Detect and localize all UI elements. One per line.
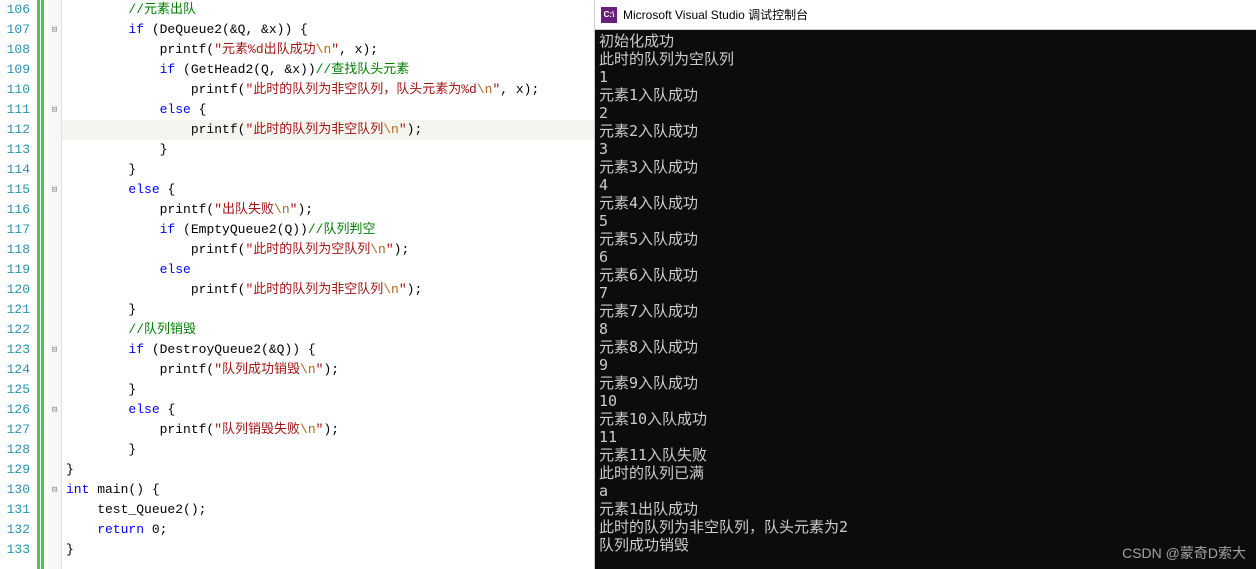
- code-line[interactable]: if (GetHead2(Q, &x))//查找队头元素: [62, 60, 594, 80]
- fold-spacer: [48, 420, 61, 440]
- line-number: 115: [0, 180, 30, 200]
- line-number: 113: [0, 140, 30, 160]
- console-titlebar[interactable]: C:\ Microsoft Visual Studio 调试控制台: [595, 0, 1256, 30]
- code-line[interactable]: else {: [62, 100, 594, 120]
- code-line[interactable]: else {: [62, 180, 594, 200]
- code-line[interactable]: printf("此时的队列为空队列\n");: [62, 240, 594, 260]
- line-number: 129: [0, 460, 30, 480]
- fold-spacer: [48, 360, 61, 380]
- fold-spacer: [48, 260, 61, 280]
- fold-spacer: [48, 380, 61, 400]
- console-window: C:\ Microsoft Visual Studio 调试控制台 初始化成功 …: [594, 0, 1256, 569]
- code-area[interactable]: //元素出队 if (DeQueue2(&Q, &x)) { printf("元…: [62, 0, 594, 569]
- fold-spacer: [48, 300, 61, 320]
- line-number: 112: [0, 120, 30, 140]
- line-number: 133: [0, 540, 30, 560]
- fold-spacer: [48, 220, 61, 240]
- code-line[interactable]: printf("元素%d出队成功\n", x);: [62, 40, 594, 60]
- code-line[interactable]: if (DeQueue2(&Q, &x)) {: [62, 20, 594, 40]
- fold-gutter[interactable]: [48, 0, 62, 569]
- fold-spacer: [48, 120, 61, 140]
- line-number: 124: [0, 360, 30, 380]
- code-line[interactable]: }: [62, 380, 594, 400]
- line-number: 131: [0, 500, 30, 520]
- line-number: 119: [0, 260, 30, 280]
- code-line[interactable]: else: [62, 260, 594, 280]
- code-line[interactable]: }: [62, 140, 594, 160]
- fold-spacer: [48, 140, 61, 160]
- code-line[interactable]: if (DestroyQueue2(&Q)) {: [62, 340, 594, 360]
- vs-icon: C:\: [601, 7, 617, 23]
- code-line[interactable]: return 0;: [62, 520, 594, 540]
- fold-spacer: [48, 440, 61, 460]
- fold-spacer: [48, 280, 61, 300]
- code-line[interactable]: printf("此时的队列为非空队列\n");: [62, 120, 594, 140]
- code-line[interactable]: //元素出队: [62, 0, 594, 20]
- line-number: 132: [0, 520, 30, 540]
- code-line[interactable]: test_Queue2();: [62, 500, 594, 520]
- fold-spacer: [48, 520, 61, 540]
- line-number: 118: [0, 240, 30, 260]
- code-line[interactable]: printf("队列销毁失败\n");: [62, 420, 594, 440]
- fold-toggle-icon[interactable]: [48, 340, 61, 360]
- line-number-gutter: 1061071081091101111121131141151161171181…: [0, 0, 36, 569]
- code-line[interactable]: if (EmptyQueue2(Q))//队列判空: [62, 220, 594, 240]
- code-line[interactable]: printf("出队失败\n");: [62, 200, 594, 220]
- watermark: CSDN @蒙奇D索大: [1122, 543, 1246, 563]
- code-line[interactable]: }: [62, 160, 594, 180]
- fold-spacer: [48, 320, 61, 340]
- code-line[interactable]: }: [62, 440, 594, 460]
- line-number: 108: [0, 40, 30, 60]
- fold-spacer: [48, 60, 61, 80]
- code-line[interactable]: printf("队列成功销毁\n");: [62, 360, 594, 380]
- fold-spacer: [48, 500, 61, 520]
- fold-spacer: [48, 0, 61, 20]
- line-number: 117: [0, 220, 30, 240]
- line-number: 107: [0, 20, 30, 40]
- line-number: 114: [0, 160, 30, 180]
- code-line[interactable]: else {: [62, 400, 594, 420]
- code-editor[interactable]: 1061071081091101111121131141151161171181…: [0, 0, 594, 569]
- fold-spacer: [48, 240, 61, 260]
- line-number: 125: [0, 380, 30, 400]
- line-number: 120: [0, 280, 30, 300]
- fold-toggle-icon[interactable]: [48, 400, 61, 420]
- code-line[interactable]: }: [62, 300, 594, 320]
- code-line[interactable]: //队列销毁: [62, 320, 594, 340]
- fold-toggle-icon[interactable]: [48, 20, 61, 40]
- fold-spacer: [48, 40, 61, 60]
- line-number: 122: [0, 320, 30, 340]
- fold-spacer: [48, 540, 61, 560]
- fold-spacer: [48, 460, 61, 480]
- code-line[interactable]: }: [62, 460, 594, 480]
- line-number: 111: [0, 100, 30, 120]
- line-number: 116: [0, 200, 30, 220]
- fold-toggle-icon[interactable]: [48, 180, 61, 200]
- change-bars: [36, 0, 48, 569]
- console-output[interactable]: 初始化成功 此时的队列为空队列 1 元素1入队成功 2 元素2入队成功 3 元素…: [595, 30, 1256, 569]
- fold-spacer: [48, 160, 61, 180]
- code-line[interactable]: printf("此时的队列为非空队列，队头元素为%d\n", x);: [62, 80, 594, 100]
- fold-toggle-icon[interactable]: [48, 100, 61, 120]
- line-number: 130: [0, 480, 30, 500]
- line-number: 123: [0, 340, 30, 360]
- line-number: 106: [0, 0, 30, 20]
- code-line[interactable]: printf("此时的队列为非空队列\n");: [62, 280, 594, 300]
- line-number: 128: [0, 440, 30, 460]
- fold-spacer: [48, 80, 61, 100]
- fold-toggle-icon[interactable]: [48, 480, 61, 500]
- fold-spacer: [48, 200, 61, 220]
- line-number: 110: [0, 80, 30, 100]
- line-number: 126: [0, 400, 30, 420]
- console-title: Microsoft Visual Studio 调试控制台: [623, 6, 808, 23]
- code-line[interactable]: }: [62, 540, 594, 560]
- line-number: 109: [0, 60, 30, 80]
- line-number: 121: [0, 300, 30, 320]
- line-number: 127: [0, 420, 30, 440]
- code-line[interactable]: int main() {: [62, 480, 594, 500]
